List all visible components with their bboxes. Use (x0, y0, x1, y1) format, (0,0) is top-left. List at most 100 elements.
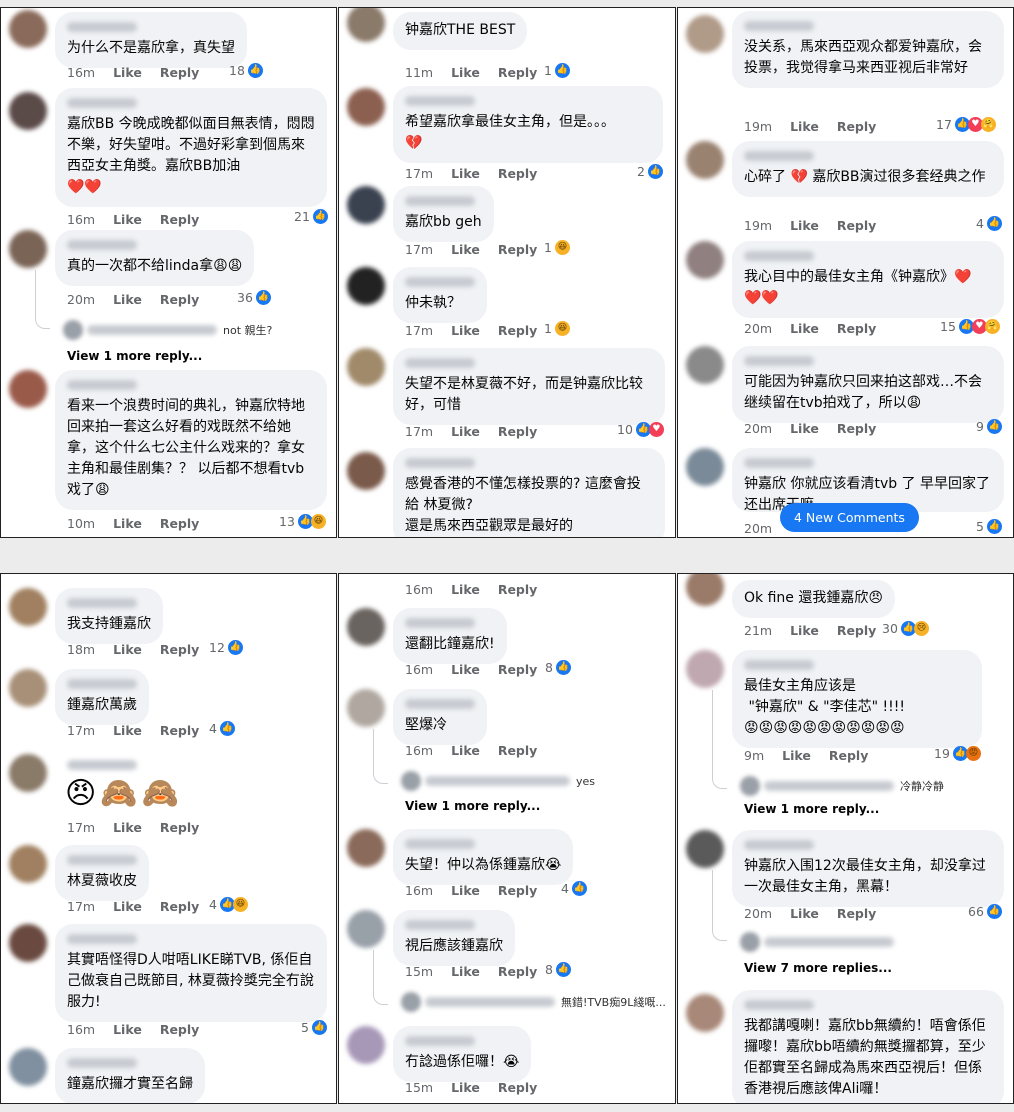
reply-button[interactable]: Reply (498, 662, 537, 677)
view-more-replies-link[interactable]: View 1 more reply... (67, 349, 202, 363)
commenter-name[interactable] (67, 98, 137, 108)
reply-button[interactable]: Reply (498, 166, 537, 181)
commenter-name[interactable] (405, 839, 475, 849)
reply-button[interactable]: Reply (498, 242, 537, 257)
like-button[interactable]: Like (113, 723, 142, 738)
reply-button[interactable]: Reply (498, 65, 537, 80)
like-button[interactable]: Like (451, 964, 480, 979)
avatar[interactable] (9, 588, 47, 626)
commenter-name[interactable] (744, 458, 814, 468)
avatar[interactable] (347, 348, 385, 386)
avatar[interactable] (347, 8, 385, 42)
reply-button[interactable]: Reply (160, 820, 199, 835)
commenter-name[interactable] (67, 934, 137, 944)
reply-button[interactable]: Reply (498, 883, 537, 898)
reaction-count[interactable]: 1 😆 (544, 240, 570, 255)
like-button[interactable]: Like (790, 119, 819, 134)
reply-button[interactable]: Reply (498, 743, 537, 758)
reaction-count[interactable]: 13 👍 😆 (279, 514, 326, 529)
like-button[interactable]: Like (113, 65, 142, 80)
commenter-name[interactable] (744, 356, 814, 366)
reply-button[interactable]: Reply (498, 582, 537, 597)
avatar[interactable] (686, 241, 724, 279)
avatar[interactable] (9, 845, 47, 883)
avatar[interactable] (347, 608, 385, 646)
avatar[interactable] (9, 924, 47, 962)
commenter-name[interactable] (744, 151, 814, 161)
commenter-name[interactable] (67, 598, 137, 608)
commenter-name[interactable] (67, 679, 137, 689)
reaction-count[interactable]: 15 👍 ♥ 🤗 (940, 319, 1000, 334)
like-button[interactable]: Like (113, 899, 142, 914)
commenter-name[interactable] (405, 196, 475, 206)
avatar[interactable] (9, 92, 47, 130)
view-more-replies-link[interactable]: View 1 more reply... (405, 799, 540, 813)
reply-button[interactable]: Reply (160, 723, 199, 738)
avatar[interactable] (9, 370, 47, 408)
avatar[interactable] (347, 267, 385, 305)
commenter-name[interactable] (744, 840, 814, 850)
reply-button[interactable]: Reply (837, 119, 876, 134)
like-button[interactable]: Like (790, 421, 819, 436)
commenter-name[interactable] (744, 21, 814, 31)
like-button[interactable]: Like (113, 516, 142, 531)
reply-preview[interactable]: 冷静冷静 (740, 776, 944, 796)
like-button[interactable]: Like (451, 166, 480, 181)
reaction-count[interactable]: 4 👍 (209, 721, 235, 736)
avatar[interactable] (686, 346, 724, 384)
like-button[interactable]: Like (790, 218, 819, 233)
commenter-name[interactable] (744, 1000, 814, 1010)
reply-button[interactable]: Reply (160, 516, 199, 531)
commenter-name[interactable] (405, 920, 475, 930)
avatar[interactable] (9, 669, 47, 707)
reply-preview[interactable]: not 親生? (63, 320, 272, 340)
reaction-count[interactable]: 4 👍 😆 (209, 897, 248, 912)
reply-button[interactable]: Reply (160, 1022, 199, 1037)
commenter-name[interactable] (405, 699, 475, 709)
reply-preview[interactable]: 無錯!TVB痴9L綫嘅... (401, 992, 666, 1012)
view-more-replies-link[interactable]: View 7 more replies... (744, 961, 892, 975)
avatar[interactable] (9, 1048, 47, 1086)
like-button[interactable]: Like (782, 748, 811, 763)
new-comments-button[interactable]: 4 New Comments (780, 503, 919, 532)
like-button[interactable]: Like (113, 820, 142, 835)
reply-button[interactable]: Reply (498, 1080, 537, 1095)
reaction-count[interactable]: 1 👍 (544, 63, 570, 78)
commenter-name[interactable] (67, 760, 137, 770)
commenter-name[interactable] (405, 458, 475, 468)
like-button[interactable]: Like (113, 642, 142, 657)
like-button[interactable]: Like (451, 743, 480, 758)
like-button[interactable]: Like (451, 1080, 480, 1095)
avatar[interactable] (347, 1026, 385, 1064)
commenter-name[interactable] (405, 277, 475, 287)
reaction-count[interactable]: 8 👍 (545, 660, 571, 675)
reaction-count[interactable]: 2 👍 (637, 164, 663, 179)
reply-button[interactable]: Reply (837, 623, 876, 638)
reply-preview[interactable]: yes (401, 771, 595, 791)
reaction-count[interactable]: 19 👍 😡 (934, 746, 981, 761)
avatar[interactable] (686, 830, 724, 868)
like-button[interactable]: Like (451, 662, 480, 677)
reaction-count[interactable]: 9 👍 (976, 419, 1002, 434)
commenter-name[interactable] (405, 96, 475, 106)
avatar[interactable] (686, 15, 724, 53)
commenter-name[interactable] (744, 660, 814, 670)
reaction-count[interactable]: 4 👍 (976, 216, 1002, 231)
like-button[interactable]: Like (790, 321, 819, 336)
reaction-count[interactable]: 5 👍 (976, 519, 1002, 534)
like-button[interactable]: Like (451, 424, 480, 439)
avatar[interactable] (686, 650, 724, 688)
like-button[interactable]: Like (451, 883, 480, 898)
reaction-count[interactable]: 36 👍 (237, 290, 271, 305)
reply-button[interactable]: Reply (160, 212, 199, 227)
like-button[interactable]: Like (451, 65, 480, 80)
like-button[interactable]: Like (451, 582, 480, 597)
like-button[interactable]: Like (113, 292, 142, 307)
commenter-name[interactable] (67, 22, 137, 32)
reaction-count[interactable]: 66 👍 (968, 904, 1002, 919)
avatar[interactable] (347, 452, 385, 490)
avatar[interactable] (9, 10, 47, 48)
reply-preview[interactable] (740, 932, 900, 952)
reply-button[interactable]: Reply (837, 218, 876, 233)
avatar[interactable] (347, 689, 385, 727)
